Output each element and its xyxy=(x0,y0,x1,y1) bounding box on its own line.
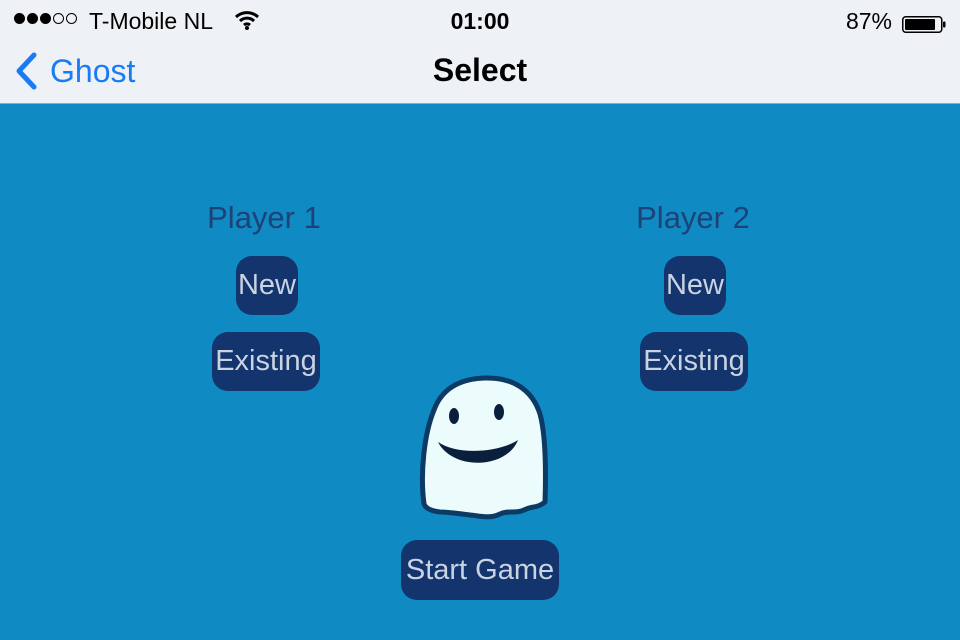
battery-percentage: 87% xyxy=(845,8,892,34)
player-2-existing-button[interactable]: Existing xyxy=(640,332,748,391)
player-1-label: Player 1 xyxy=(207,200,321,235)
status-bar: T-Mobile NL 01:00 87% xyxy=(0,0,960,40)
battery-icon xyxy=(902,12,946,33)
player-1-existing-button[interactable]: Existing xyxy=(212,332,320,391)
start-game-button[interactable]: Start Game xyxy=(401,540,559,600)
ghost-icon xyxy=(412,374,552,524)
player-1-new-button[interactable]: New xyxy=(236,256,298,315)
status-time: 01:00 xyxy=(450,8,510,34)
page-title: Select xyxy=(432,52,528,88)
player-2-new-button[interactable]: New xyxy=(664,256,726,315)
navigation-bar: Ghost Select xyxy=(0,40,960,104)
player-2-label: Player 2 xyxy=(636,200,750,235)
